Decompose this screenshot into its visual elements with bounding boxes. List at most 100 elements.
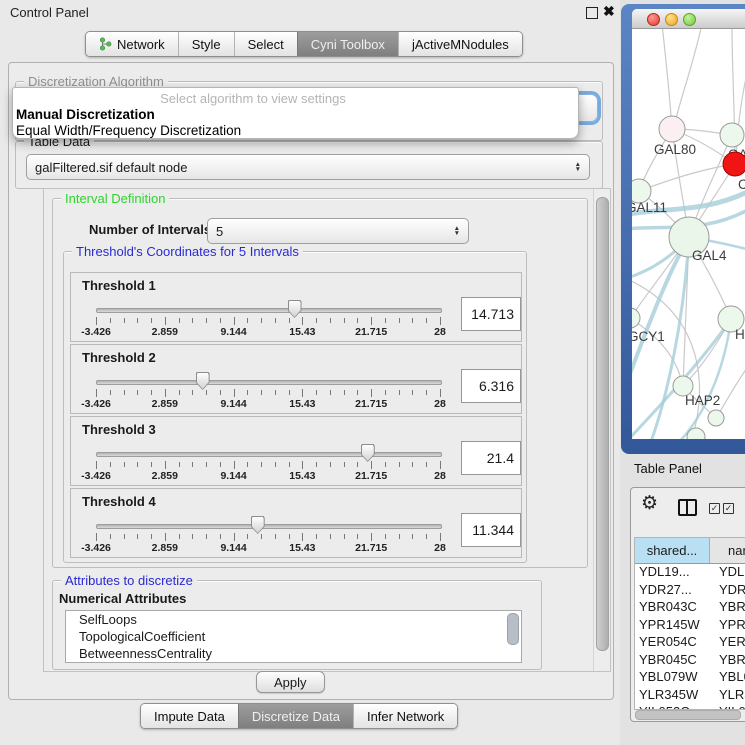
vertical-scrollbar[interactable]: [593, 189, 610, 671]
vertical-scrollbar-thumb[interactable]: [596, 197, 609, 651]
apply-button[interactable]: Apply: [256, 671, 325, 693]
column-header-shared-name[interactable]: shared...: [635, 538, 710, 563]
close-icon[interactable]: ✖: [603, 3, 615, 20]
number-of-intervals-combo[interactable]: 5 ▲▼: [207, 218, 469, 244]
tick-mark: [179, 462, 180, 467]
tick-mark: [399, 318, 400, 323]
tick-mark: [330, 534, 331, 539]
column-header-name[interactable]: name: [710, 538, 745, 563]
network-edge[interactable]: [662, 29, 672, 129]
tick-mark: [247, 390, 248, 395]
tick-mark: [275, 318, 276, 323]
tick-mark: [234, 461, 235, 469]
table-row[interactable]: YBL079WYBL0: [635, 669, 745, 687]
tab-impute-data[interactable]: Impute Data: [141, 704, 238, 728]
tick-mark: [124, 534, 125, 539]
tick-mark: [261, 534, 262, 539]
tick-mark: [275, 390, 276, 395]
tab-select[interactable]: Select: [234, 32, 297, 56]
settings-scroll-viewport: Interval Definition Number of Intervals …: [43, 188, 611, 672]
checkbox-icon[interactable]: ✓: [709, 503, 720, 514]
threshold-value-field[interactable]: 14.713: [461, 297, 521, 331]
thresholds-coordinates-group: Threshold's Coordinates for 5 Intervals …: [63, 251, 527, 563]
network-node[interactable]: [659, 116, 685, 142]
close-traffic-light-icon[interactable]: [647, 13, 660, 26]
slider-thumb[interactable]: [288, 300, 302, 318]
slider-thumb[interactable]: [361, 444, 375, 462]
table-header-row: shared... name: [635, 538, 745, 564]
threshold-value-field[interactable]: 21.4: [461, 441, 521, 475]
tick-label: 15.43: [289, 326, 315, 338]
tick-mark: [110, 534, 111, 539]
threshold-label: Threshold 4: [82, 494, 156, 509]
algorithm-option-equal-width[interactable]: Equal Width/Frequency Discretization: [16, 123, 241, 138]
tick-label: 21.715: [355, 542, 387, 554]
network-canvas[interactable]: GAL80GACGAL11GAL4GCY1HHAP2: [632, 29, 745, 439]
tick-mark: [289, 534, 290, 539]
tick-label: 21.715: [355, 398, 387, 410]
tab-network[interactable]: Network: [86, 32, 178, 56]
attribute-list-item[interactable]: TopologicalCoefficient: [66, 628, 521, 645]
network-node-label: GCY1: [632, 329, 665, 344]
tick-label: 9.144: [220, 542, 246, 554]
checkbox-icon[interactable]: ✓: [723, 503, 734, 514]
gear-icon[interactable]: ⚙: [641, 494, 658, 513]
attribute-list-item[interactable]: BetweennessCentrality: [66, 645, 521, 662]
network-node[interactable]: [708, 410, 724, 426]
algorithm-option-manual[interactable]: Manual Discretization: [16, 107, 155, 122]
tick-mark: [151, 390, 152, 395]
table-row[interactable]: YBR043CYBR0: [635, 599, 745, 617]
table-row[interactable]: YER054CYER0: [635, 634, 745, 652]
table-row[interactable]: YLR345WYLR3: [635, 687, 745, 705]
float-window-icon[interactable]: [586, 7, 598, 19]
table-row[interactable]: YBR045CYBR0: [635, 652, 745, 670]
network-node-label: GAL80: [654, 142, 696, 157]
tick-mark: [316, 462, 317, 467]
tab-style[interactable]: Style: [178, 32, 234, 56]
control-panel-tabbar: Network StyleSelectCyni ToolboxjActiveMNo…: [85, 31, 523, 57]
tick-label: 2.859: [152, 470, 178, 482]
tick-mark: [110, 462, 111, 467]
tab-infer-network[interactable]: Infer Network: [353, 704, 457, 728]
table-data-combo[interactable]: galFiltered.sif default node ▲▼: [26, 154, 590, 180]
tick-mark: [330, 390, 331, 395]
algorithm-placeholder-option[interactable]: Select algorithm to view settings: [13, 91, 493, 106]
tab-cyni-toolbox[interactable]: Cyni Toolbox: [297, 32, 398, 56]
network-edge[interactable]: [674, 29, 702, 127]
threshold-label: Threshold 3: [82, 422, 156, 437]
minimize-traffic-light-icon[interactable]: [665, 13, 678, 26]
control-panel-title: Control Panel: [10, 5, 89, 20]
threshold-value-field[interactable]: 6.316: [461, 369, 521, 403]
slider-thumb[interactable]: [196, 372, 210, 390]
tick-mark: [275, 534, 276, 539]
network-edge[interactable]: [632, 279, 699, 439]
numerical-attributes-list[interactable]: SelfLoopsTopologicalCoefficientBetweenne…: [65, 610, 522, 663]
tick-mark: [110, 390, 111, 395]
tick-mark: [426, 462, 427, 467]
list-scrollbar[interactable]: [507, 613, 519, 645]
tab-discretize-data[interactable]: Discretize Data: [238, 704, 353, 728]
table-panel: ⚙ ✓ ✓ shared... name YDL19...YDL1YDR27..…: [630, 487, 745, 722]
zoom-traffic-light-icon[interactable]: [683, 13, 696, 26]
tab-jactivemnodules[interactable]: jActiveMNodules: [398, 32, 522, 56]
split-view-icon[interactable]: [678, 499, 697, 516]
threshold-value-field[interactable]: 11.344: [461, 513, 521, 547]
tick-label: 28: [434, 398, 446, 410]
slider-thumb[interactable]: [251, 516, 265, 534]
table-row[interactable]: YDL19...YDL1: [635, 564, 745, 582]
network-node[interactable]: [723, 152, 745, 176]
cell-name: YDR2: [713, 582, 745, 600]
network-node[interactable]: [720, 123, 744, 147]
table-data-group: Table Data galFiltered.sif default node …: [15, 141, 603, 189]
tick-label: 15.43: [289, 542, 315, 554]
network-node[interactable]: [632, 308, 640, 328]
table-row[interactable]: YDR27...YDR2: [635, 582, 745, 600]
table-row[interactable]: YPR145WYPR1: [635, 617, 745, 635]
horizontal-scrollbar-thumb[interactable]: [635, 710, 741, 720]
tick-label: 28: [434, 542, 446, 554]
cell-name: YPR1: [713, 617, 745, 635]
network-window-titlebar[interactable]: [632, 9, 745, 29]
attribute-list-item[interactable]: SelfLoops: [66, 611, 521, 628]
tab-label: Network: [117, 37, 165, 52]
numerical-attributes-label: Numerical Attributes: [59, 591, 186, 606]
